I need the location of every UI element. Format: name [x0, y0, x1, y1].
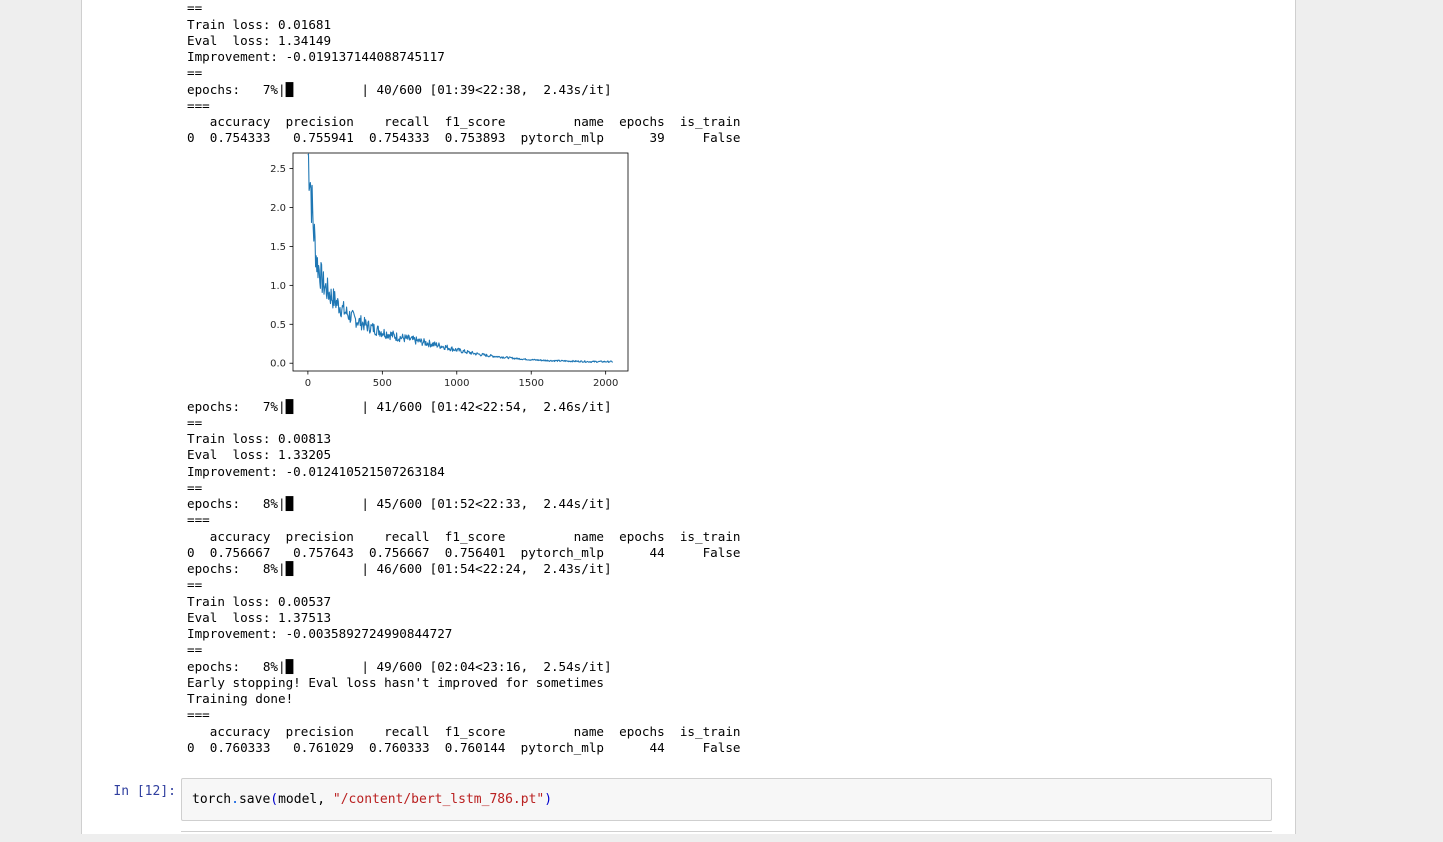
- output-line: Eval loss: 1.33205: [187, 447, 332, 462]
- plot-axes-frame: [292, 152, 629, 372]
- output-line: Train loss: 0.00537: [187, 594, 332, 609]
- code-string: "/content/bert_lstm_786.pt": [332, 792, 545, 807]
- output-line: ===: [187, 707, 210, 722]
- output-line: epochs: 8%|█ | 49/600 [02:04<23:16, 2.54…: [187, 659, 612, 674]
- output-line: ===: [187, 512, 210, 527]
- y-tick-label: 2.5: [270, 164, 286, 175]
- code-line[interactable]: torch.save(model, "/content/bert_lstm_78…: [192, 792, 552, 807]
- code-function: save: [238, 792, 271, 807]
- output-line: Train loss: 0.00813: [187, 431, 332, 446]
- output-line: ==: [187, 0, 203, 15]
- x-tick-label: 500: [373, 378, 392, 389]
- output-line: epochs: 8%|█ | 46/600 [01:54<22:24, 2.43…: [187, 561, 612, 576]
- code-argument: model,: [278, 792, 333, 807]
- y-tick-label: 1.5: [270, 242, 286, 253]
- output-line: ===: [187, 98, 210, 113]
- output-line: ==: [187, 415, 203, 430]
- x-tick-label: 2000: [593, 378, 618, 389]
- notebook-container: == Train loss: 0.01681 Eval loss: 1.34149 I…: [81, 0, 1296, 834]
- output-line: Improvement: -0.019137144088745117: [187, 49, 445, 64]
- output-line: ==: [187, 480, 203, 495]
- y-tick-label: 0.0: [270, 359, 286, 370]
- y-tick-label: 2.0: [270, 203, 286, 214]
- output-line: ==: [187, 577, 203, 592]
- output-line: ==: [187, 65, 203, 80]
- output-line: epochs: 7%|█ | 41/600 [01:42<22:54, 2.46…: [187, 399, 612, 414]
- output-line: epochs: 8%|█ | 45/600 [01:52<22:33, 2.44…: [187, 496, 612, 511]
- output-line: Improvement: -0.012410521507263184: [187, 464, 445, 479]
- x-tick-label: 0: [305, 378, 311, 389]
- y-tick-label: 0.5: [270, 320, 286, 331]
- output-line: 0 0.760333 0.761029 0.760333 0.760144 py…: [187, 740, 741, 755]
- code-cell-editor[interactable]: torch.save(model, "/content/bert_lstm_78…: [181, 778, 1272, 821]
- output-line: 0 0.754333 0.755941 0.754333 0.753893 py…: [187, 130, 741, 145]
- output-line: Early stopping! Eval loss hasn't improve…: [187, 675, 605, 690]
- output-line: accuracy precision recall f1_score name …: [187, 114, 741, 129]
- output-line: ==: [187, 642, 203, 657]
- code-dot: .: [231, 792, 239, 807]
- output-line: accuracy precision recall f1_score name …: [187, 529, 741, 544]
- input-prompt: In [12]:: [113, 784, 176, 799]
- output-line: Training done!: [187, 691, 294, 706]
- code-close-paren: ): [544, 792, 553, 807]
- code-open-paren: (: [270, 792, 279, 807]
- loss-plot: 0 500 1000 1500 2000 0.0 0.5 1.0 1.5 2.0 2.5: [270, 152, 629, 389]
- output-line: accuracy precision recall f1_score name …: [187, 724, 741, 739]
- output-line: Train loss: 0.01681: [187, 17, 332, 32]
- output-line: Improvement: -0.0035892724990844727: [187, 626, 453, 641]
- y-tick-label: 1.0: [270, 281, 286, 292]
- x-tick-label: 1000: [444, 378, 469, 389]
- output-line: 0 0.756667 0.757643 0.756667 0.756401 py…: [187, 545, 741, 560]
- x-tick-label: 1500: [518, 378, 543, 389]
- output-line: epochs: 7%|█ | 40/600 [01:39<22:38, 2.43…: [187, 82, 612, 97]
- next-cell-edge: [181, 831, 1272, 842]
- code-object: torch: [192, 792, 232, 807]
- output-line: Eval loss: 1.37513: [187, 610, 332, 625]
- output-line: Eval loss: 1.34149: [187, 33, 332, 48]
